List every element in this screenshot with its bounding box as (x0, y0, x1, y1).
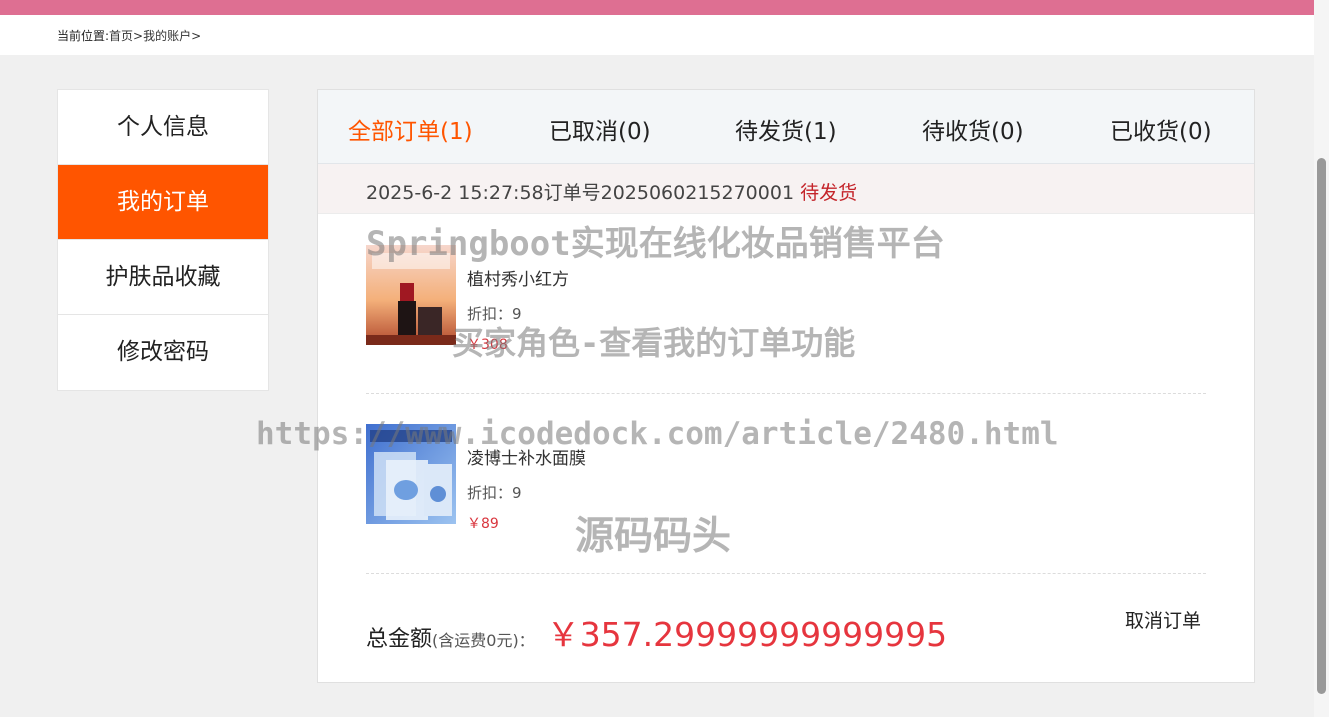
product-image-lipstick[interactable] (366, 245, 456, 345)
breadcrumb: 当前位置:首页>我的账户> (0, 15, 1314, 55)
sidebar-item-orders[interactable]: 我的订单 (58, 165, 268, 240)
breadcrumb-path[interactable]: 首页>我的账户> (109, 29, 201, 43)
product-price: ￥308 (467, 337, 508, 353)
sidebar-item-change-password[interactable]: 修改密码 (58, 315, 268, 390)
order-header: 2025-6-2 15:27:58订单号2025060215270001 待发货 (318, 164, 1254, 214)
account-sidebar: 个人信息 我的订单 护肤品收藏 修改密码 (57, 89, 269, 391)
orders-panel: 全部订单(1) 已取消(0) 待发货(1) 待收货(0) 已收货(0) 2025… (317, 89, 1255, 683)
sidebar-item-profile[interactable]: 个人信息 (58, 90, 268, 165)
product-discount: 折扣：9 (467, 305, 522, 323)
top-banner (0, 0, 1314, 15)
order-status: 待发货 (800, 182, 858, 204)
breadcrumb-text: 当前位置:首页>我的账户> (57, 27, 201, 44)
product-image-face-mask[interactable] (366, 424, 456, 524)
product-discount: 折扣：9 (467, 484, 522, 502)
tab-received[interactable]: 已收货(0) (1110, 112, 1212, 146)
order-total: 总金额(含运费0元)： ￥357.29999999999995 (366, 608, 947, 656)
order-time-number: 2025-6-2 15:27:58订单号2025060215270001 (366, 182, 795, 204)
breadcrumb-label: 当前位置: (57, 29, 110, 43)
order-item: 凌博士补水面膜 折扣：9 ￥89 (366, 424, 1206, 532)
scrollbar-thumb[interactable] (1317, 158, 1326, 694)
item-divider (366, 573, 1206, 574)
sidebar-item-favorites[interactable]: 护肤品收藏 (58, 240, 268, 315)
item-divider (366, 393, 1206, 394)
order-header-text: 2025-6-2 15:27:58订单号2025060215270001 待发货 (366, 178, 857, 205)
tab-pending-receipt[interactable]: 待收货(0) (922, 112, 1024, 146)
product-name[interactable]: 植村秀小红方 (467, 265, 569, 290)
tab-cancelled[interactable]: 已取消(0) (549, 112, 651, 146)
order-tabs: 全部订单(1) 已取消(0) 待发货(1) 待收货(0) 已收货(0) (318, 90, 1254, 164)
tab-pending-shipment[interactable]: 待发货(1) (735, 112, 837, 146)
total-label: 总金额 (366, 627, 433, 652)
product-price: ￥89 (467, 516, 499, 532)
tab-all-orders[interactable]: 全部订单(1) (348, 112, 473, 146)
scrollbar[interactable] (1314, 0, 1329, 717)
cancel-order-button[interactable]: 取消订单 (1125, 606, 1201, 633)
total-amount: ￥357.29999999999995 (546, 615, 948, 654)
order-item: 植村秀小红方 折扣：9 ￥308 (366, 245, 1206, 353)
total-note: (含运费0元)： (432, 631, 535, 650)
product-name[interactable]: 凌博士补水面膜 (467, 444, 586, 469)
